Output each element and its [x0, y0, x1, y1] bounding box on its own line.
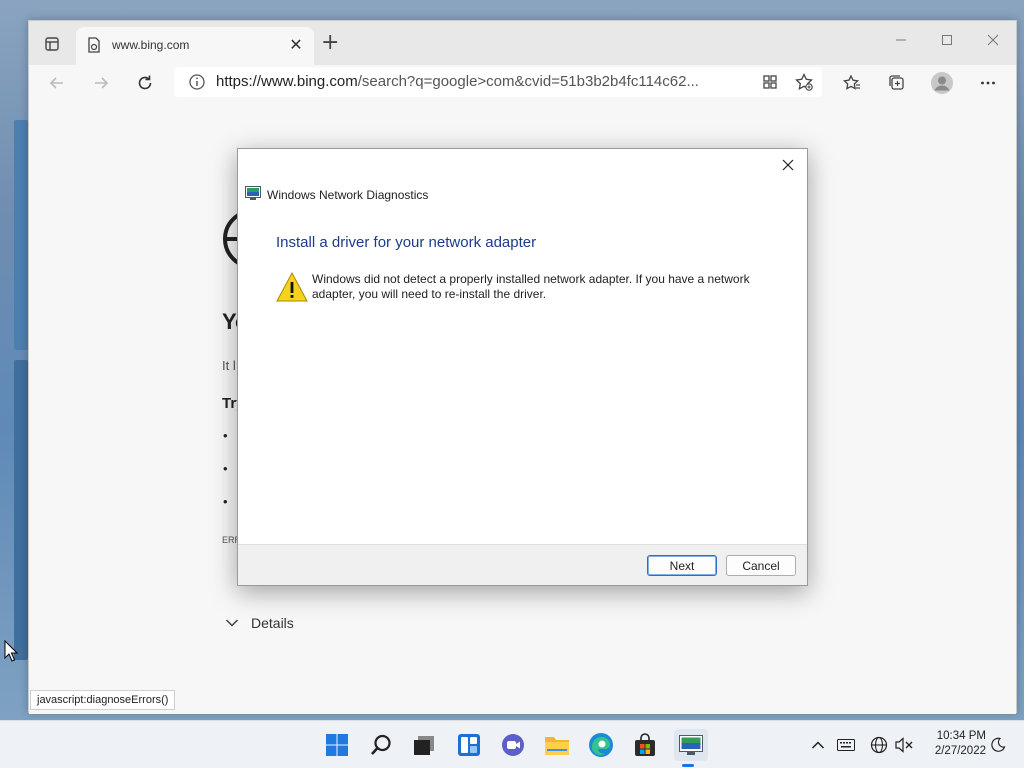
dialog-message: Windows did not detect a properly instal…: [312, 272, 750, 301]
desktop-background-strip: [14, 120, 28, 350]
browser-toolbar: https://www.bing.com/search?q=google>com…: [29, 65, 1016, 101]
add-favorite-icon[interactable]: [794, 72, 814, 92]
dialog-heading: Install a driver for your network adapte…: [276, 234, 537, 251]
clock-time: 10:34 PM: [936, 730, 986, 742]
start-icon[interactable]: [323, 731, 351, 759]
tab-bing[interactable]: www.bing.com ✕: [76, 27, 314, 65]
globe-network-icon[interactable]: [869, 735, 889, 755]
tab-bar: www.bing.com ✕ +: [29, 21, 1016, 65]
dialog-close-icon[interactable]: [775, 153, 801, 177]
network-diagnostics-icon: [245, 186, 261, 203]
task-view-icon[interactable]: [410, 731, 438, 759]
maximize-icon[interactable]: [931, 26, 963, 54]
mouse-cursor-icon: [4, 639, 19, 666]
page-bullet: •: [223, 461, 228, 476]
tab-title: www.bing.com: [112, 38, 190, 52]
forward-icon[interactable]: [86, 69, 116, 97]
page-text: It l: [222, 358, 236, 373]
collections-icon[interactable]: [882, 69, 912, 97]
page-bullet: •: [223, 494, 228, 509]
details-label: Details: [251, 615, 294, 631]
chat-icon[interactable]: [499, 731, 527, 759]
warning-icon: [276, 271, 308, 307]
url-path: /search?q=google>com&cvid=51b3b2b4fc114c…: [357, 73, 699, 90]
widgets-icon[interactable]: [455, 731, 483, 759]
cancel-button[interactable]: Cancel: [726, 555, 796, 576]
show-hidden-icons-chevron-icon[interactable]: [808, 735, 828, 755]
minimize-icon[interactable]: [885, 26, 917, 54]
chevron-down-icon: [225, 615, 239, 631]
refresh-icon[interactable]: [130, 69, 160, 97]
dialog-app-name: Windows Network Diagnostics: [267, 187, 429, 202]
details-toggle[interactable]: Details: [225, 615, 294, 631]
network-diagnostics-dialog: Windows Network Diagnostics Install a dr…: [237, 148, 808, 586]
system-clock[interactable]: 10:34 PM 2/27/2022: [920, 729, 986, 759]
file-explorer-icon[interactable]: [543, 731, 571, 759]
dialog-app-title: Windows Network Diagnostics: [245, 186, 428, 203]
speaker-muted-icon[interactable]: [894, 735, 914, 755]
new-tab-button[interactable]: +: [321, 32, 339, 54]
network-diagnostics-taskbar-icon[interactable]: [674, 729, 708, 761]
app-available-icon[interactable]: [760, 72, 780, 92]
status-bar-link: javascript:diagnoseErrors(): [30, 690, 176, 710]
site-info-icon[interactable]: [188, 73, 206, 95]
taskbar: 10:34 PM 2/27/2022: [0, 720, 1024, 768]
url-domain: https://www.bing.com: [216, 73, 358, 90]
edge-icon[interactable]: [587, 731, 615, 759]
tab-actions-icon[interactable]: [41, 33, 63, 55]
next-button[interactable]: Next: [647, 555, 717, 576]
store-icon[interactable]: [631, 731, 659, 759]
tab-close-icon[interactable]: ✕: [286, 35, 306, 55]
more-menu-icon[interactable]: [973, 69, 1003, 97]
url-text: https://www.bing.com/search?q=google>com…: [216, 73, 746, 90]
tab-favicon-icon: [86, 37, 102, 53]
clock-date: 2/27/2022: [934, 745, 986, 757]
close-window-icon[interactable]: [977, 26, 1009, 54]
active-app-indicator: [682, 764, 694, 767]
search-icon[interactable]: [367, 731, 395, 759]
keyboard-icon[interactable]: [836, 735, 856, 755]
focus-assist-moon-icon[interactable]: [988, 735, 1008, 755]
address-bar[interactable]: https://www.bing.com/search?q=google>com…: [174, 67, 822, 97]
back-icon[interactable]: [42, 69, 72, 97]
dialog-footer: Next Cancel: [238, 544, 807, 585]
profile-avatar-icon[interactable]: [927, 69, 957, 97]
desktop-background-strip: [14, 360, 28, 660]
page-bullet: •: [223, 428, 228, 443]
favorites-icon[interactable]: [837, 69, 867, 97]
